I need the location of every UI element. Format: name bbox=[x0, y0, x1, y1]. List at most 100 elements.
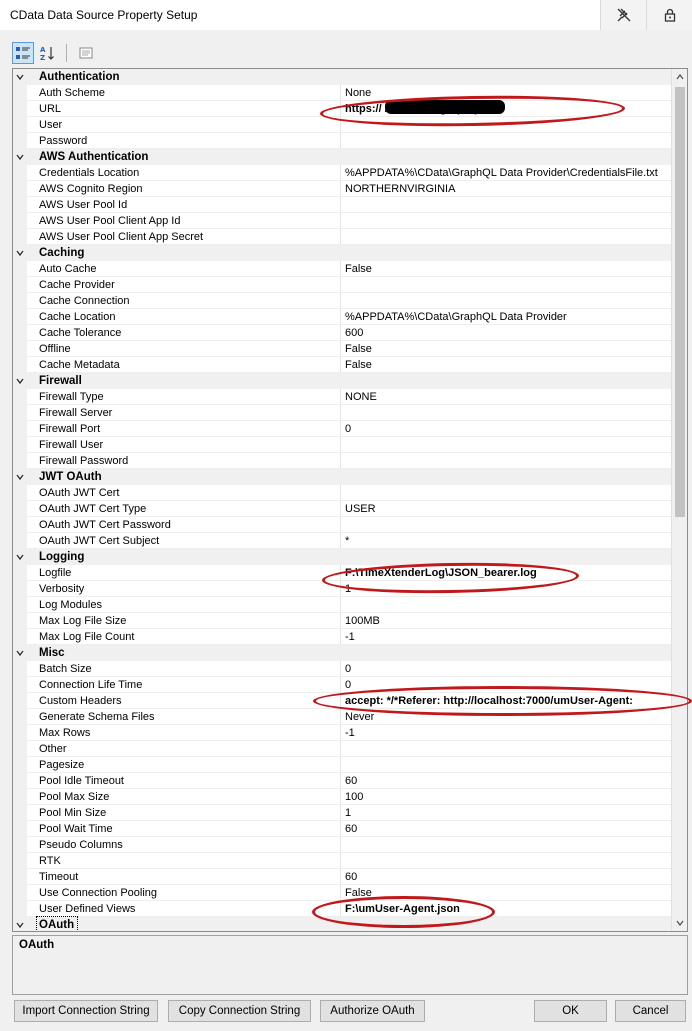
property-row[interactable]: AWS User Pool Client App Secret bbox=[13, 229, 672, 245]
property-value[interactable]: USER bbox=[341, 501, 672, 517]
property-value[interactable] bbox=[341, 741, 672, 757]
property-value[interactable] bbox=[341, 229, 672, 245]
property-row[interactable]: Max Log File Count -1 bbox=[13, 629, 672, 645]
alphabetical-sort-icon[interactable]: AZ bbox=[36, 42, 58, 64]
category-row[interactable]: AWS Authentication bbox=[13, 149, 672, 165]
property-value[interactable] bbox=[341, 277, 672, 293]
property-value[interactable]: NORTHERNVIRGINIA bbox=[341, 181, 672, 197]
vertical-scrollbar[interactable] bbox=[671, 69, 687, 931]
property-row[interactable]: Cache Metadata False bbox=[13, 357, 672, 373]
property-value[interactable]: False bbox=[341, 261, 672, 277]
property-value[interactable]: %APPDATA%\CData\GraphQL Data Provider\Cr… bbox=[341, 165, 672, 181]
category-row[interactable]: Logging bbox=[13, 549, 672, 565]
property-value[interactable]: 600 bbox=[341, 325, 672, 341]
collapse-chevron-icon[interactable] bbox=[16, 553, 24, 561]
property-value[interactable]: NONE bbox=[341, 389, 672, 405]
property-row[interactable]: OAuth JWT Cert Subject * bbox=[13, 533, 672, 549]
property-row[interactable]: Firewall Password bbox=[13, 453, 672, 469]
property-row[interactable]: Pool Idle Timeout 60 bbox=[13, 773, 672, 789]
cancel-button[interactable]: Cancel bbox=[615, 1000, 686, 1022]
property-value[interactable]: 60 bbox=[341, 869, 672, 885]
property-row[interactable]: Pool Max Size 100 bbox=[13, 789, 672, 805]
property-row[interactable]: Pool Wait Time 60 bbox=[13, 821, 672, 837]
copy-connection-string-button[interactable]: Copy Connection String bbox=[168, 1000, 311, 1022]
property-value[interactable]: False bbox=[341, 341, 672, 357]
property-pages-icon[interactable] bbox=[75, 42, 97, 64]
pin-off-icon[interactable] bbox=[600, 0, 646, 30]
property-value[interactable] bbox=[341, 437, 672, 453]
property-value[interactable]: -1 bbox=[341, 725, 672, 741]
collapse-chevron-icon[interactable] bbox=[16, 649, 24, 657]
property-row[interactable]: Offline False bbox=[13, 341, 672, 357]
property-value[interactable]: 100MB bbox=[341, 613, 672, 629]
property-value[interactable] bbox=[341, 597, 672, 613]
property-row[interactable]: Other bbox=[13, 741, 672, 757]
property-value[interactable] bbox=[341, 485, 672, 501]
lock-icon[interactable] bbox=[646, 0, 692, 30]
property-value[interactable]: -1 bbox=[341, 629, 672, 645]
collapse-chevron-icon[interactable] bbox=[16, 249, 24, 257]
property-row[interactable]: Auto Cache False bbox=[13, 261, 672, 277]
property-value[interactable]: * bbox=[341, 533, 672, 549]
property-row[interactable]: Log Modules bbox=[13, 597, 672, 613]
property-row[interactable]: Max Rows -1 bbox=[13, 725, 672, 741]
property-row[interactable]: OAuth JWT Cert Password bbox=[13, 517, 672, 533]
category-row[interactable]: Authentication bbox=[13, 69, 672, 85]
property-row[interactable]: Cache Location %APPDATA%\CData\GraphQL Da… bbox=[13, 309, 672, 325]
import-connection-string-button[interactable]: Import Connection String bbox=[14, 1000, 158, 1022]
property-row[interactable]: Pagesize bbox=[13, 757, 672, 773]
property-value[interactable] bbox=[341, 837, 672, 853]
category-row[interactable]: Misc bbox=[13, 645, 672, 661]
property-row[interactable]: Max Log File Size 100MB bbox=[13, 613, 672, 629]
property-row[interactable]: OAuth JWT Cert bbox=[13, 485, 672, 501]
property-row[interactable]: OAuth JWT Cert Type USER bbox=[13, 501, 672, 517]
property-row[interactable]: Firewall Type NONE bbox=[13, 389, 672, 405]
scrollbar-thumb[interactable] bbox=[675, 87, 685, 517]
property-row[interactable]: AWS Cognito Region NORTHERNVIRGINIA bbox=[13, 181, 672, 197]
category-row[interactable]: Caching bbox=[13, 245, 672, 261]
scroll-up-icon[interactable] bbox=[672, 69, 687, 85]
property-value[interactable]: %APPDATA%\CData\GraphQL Data Provider bbox=[341, 309, 672, 325]
property-value[interactable] bbox=[341, 853, 672, 869]
property-value[interactable] bbox=[341, 293, 672, 309]
property-value[interactable] bbox=[341, 213, 672, 229]
property-row[interactable]: Batch Size 0 bbox=[13, 661, 672, 677]
property-row[interactable]: Timeout 60 bbox=[13, 869, 672, 885]
property-value[interactable]: 100 bbox=[341, 789, 672, 805]
property-row[interactable]: AWS User Pool Client App Id bbox=[13, 213, 672, 229]
categorized-view-icon[interactable] bbox=[12, 42, 34, 64]
property-row[interactable]: Password bbox=[13, 133, 672, 149]
property-value[interactable] bbox=[341, 453, 672, 469]
property-value[interactable] bbox=[341, 757, 672, 773]
collapse-chevron-icon[interactable] bbox=[16, 153, 24, 161]
property-value[interactable] bbox=[341, 517, 672, 533]
property-value[interactable] bbox=[341, 405, 672, 421]
collapse-chevron-icon[interactable] bbox=[16, 921, 24, 929]
property-value[interactable]: 60 bbox=[341, 773, 672, 789]
collapse-chevron-icon[interactable] bbox=[16, 73, 24, 81]
property-value[interactable] bbox=[341, 133, 672, 149]
ok-button[interactable]: OK bbox=[534, 1000, 607, 1022]
property-row[interactable]: Firewall Server bbox=[13, 405, 672, 421]
property-row[interactable]: Firewall User bbox=[13, 437, 672, 453]
scroll-down-icon[interactable] bbox=[672, 915, 687, 931]
property-value[interactable]: 0 bbox=[341, 661, 672, 677]
property-row[interactable]: Pool Min Size 1 bbox=[13, 805, 672, 821]
property-row[interactable]: Pseudo Columns bbox=[13, 837, 672, 853]
property-row[interactable]: RTK bbox=[13, 853, 672, 869]
property-grid[interactable]: Authentication Auth Scheme None URL https://… bbox=[12, 68, 688, 932]
property-value[interactable]: False bbox=[341, 357, 672, 373]
property-value[interactable]: 0 bbox=[341, 421, 672, 437]
collapse-chevron-icon[interactable] bbox=[16, 377, 24, 385]
property-value[interactable]: 60 bbox=[341, 821, 672, 837]
property-row[interactable]: Credentials Location %APPDATA%\CData\Grap… bbox=[13, 165, 672, 181]
property-row[interactable]: Cache Connection bbox=[13, 293, 672, 309]
property-value[interactable]: 1 bbox=[341, 805, 672, 821]
collapse-chevron-icon[interactable] bbox=[16, 473, 24, 481]
authorize-oauth-button[interactable]: Authorize OAuth bbox=[320, 1000, 425, 1022]
property-row[interactable]: Firewall Port 0 bbox=[13, 421, 672, 437]
property-row[interactable]: AWS User Pool Id bbox=[13, 197, 672, 213]
property-row[interactable]: Cache Tolerance 600 bbox=[13, 325, 672, 341]
property-value[interactable] bbox=[341, 197, 672, 213]
category-row[interactable]: JWT OAuth bbox=[13, 469, 672, 485]
